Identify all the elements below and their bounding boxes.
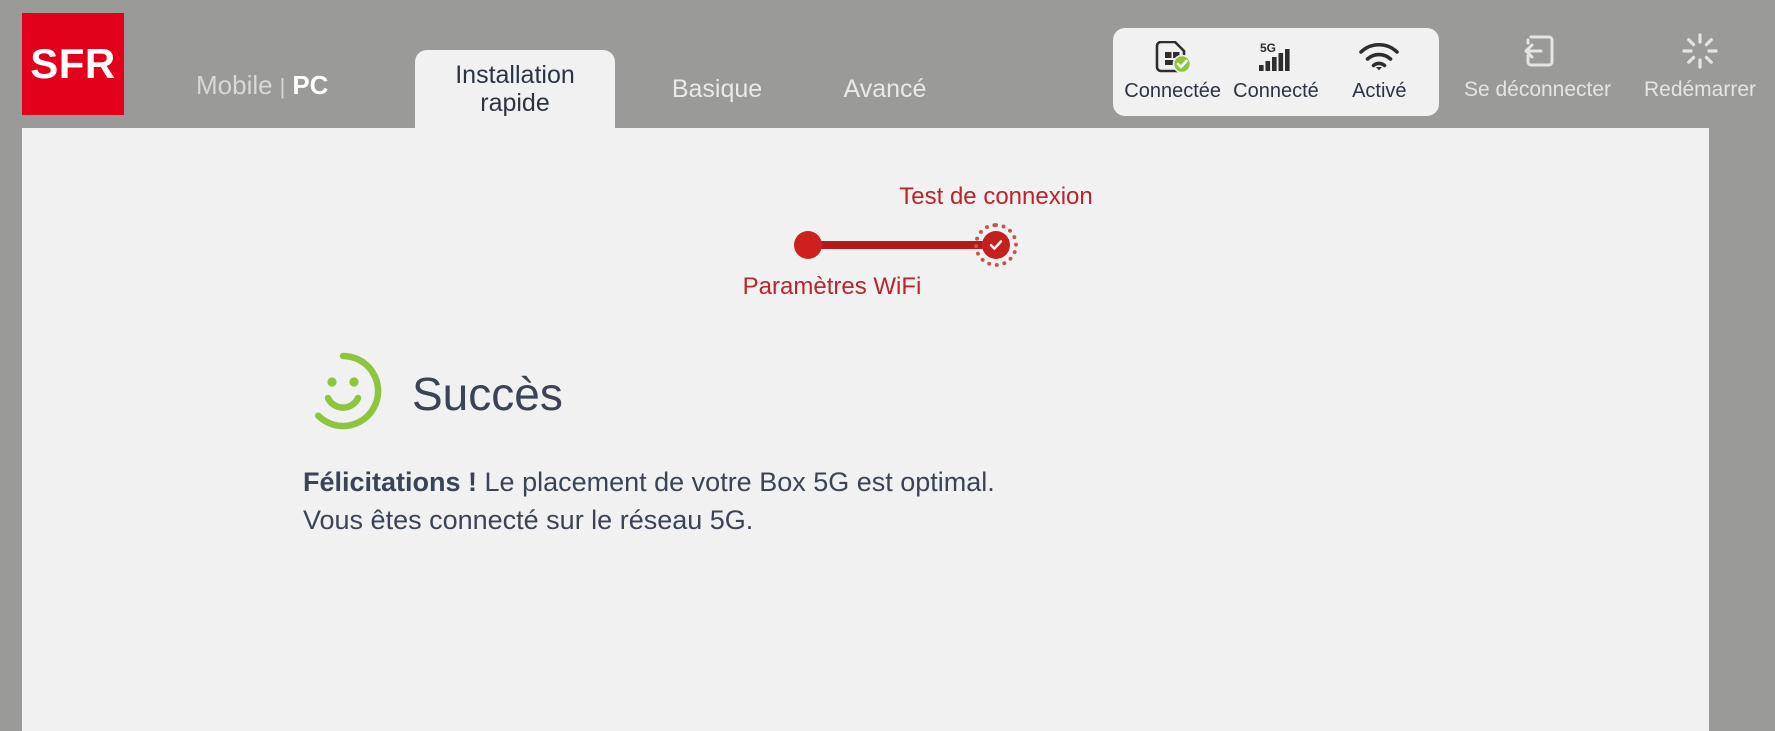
- status-item-sim: Connectée: [1121, 38, 1224, 103]
- status-label-sim: Connectée: [1124, 80, 1222, 102]
- page-header: SFR Mobile | PC Installation rapide Basi…: [0, 0, 1775, 128]
- setup-progress-stepper: Paramètres WiFi Test de connexion: [722, 173, 1142, 323]
- success-message-line-2: Vous êtes connecté sur le réseau 5G.: [303, 505, 754, 536]
- svg-text:5G: 5G: [1260, 41, 1276, 55]
- stepper-node-wifi-settings[interactable]: [794, 231, 822, 259]
- device-mode-toggle[interactable]: Mobile | PC: [196, 70, 328, 101]
- success-message-line-1: Félicitations ! Le placement de votre Bo…: [303, 463, 1303, 501]
- check-icon: [982, 231, 1010, 259]
- logout-button[interactable]: Se déconnecter: [1450, 30, 1625, 102]
- sfr-logo-text: SFR: [30, 40, 116, 87]
- logout-label: Se déconnecter: [1463, 78, 1612, 101]
- sfr-logo[interactable]: SFR: [22, 13, 124, 115]
- restart-icon: [1682, 30, 1718, 72]
- router-admin-page: SFR Mobile | PC Installation rapide Basi…: [0, 0, 1775, 731]
- stepper-node-connection-test[interactable]: [974, 223, 1018, 267]
- tab-avance[interactable]: Avancé: [815, 50, 955, 128]
- status-label-wifi: Activé: [1352, 80, 1407, 102]
- status-label-network: Connecté: [1233, 80, 1319, 102]
- page-content: Paramètres WiFi Test de connexion Succès…: [22, 128, 1709, 731]
- restart-button[interactable]: Redémarrer: [1625, 30, 1775, 102]
- device-option-mobile[interactable]: Mobile: [196, 70, 273, 101]
- success-message: Félicitations ! Le placement de votre Bo…: [303, 463, 1303, 540]
- tab-installation-rapide[interactable]: Installation rapide: [415, 50, 615, 128]
- success-message-rest: Le placement de votre Box 5G est optimal…: [477, 467, 995, 497]
- restart-label: Redémarrer: [1643, 78, 1757, 101]
- sim-card-connected-icon: [1153, 38, 1193, 76]
- tab-basique[interactable]: Basique: [642, 50, 792, 128]
- connection-status-panel: Connectée 5G Connecté Activé: [1113, 28, 1439, 116]
- device-toggle-separator: |: [279, 74, 286, 99]
- logout-icon: [1520, 30, 1556, 72]
- status-item-wifi: Activé: [1328, 38, 1431, 103]
- status-item-network: 5G Connecté: [1224, 38, 1327, 103]
- page-title: Succès: [412, 367, 563, 420]
- success-message-emphasis: Félicitations !: [303, 467, 478, 497]
- device-option-pc[interactable]: PC: [292, 70, 328, 101]
- signal-5g-bars-icon: 5G: [1255, 38, 1297, 76]
- smiley-face-icon: [302, 350, 384, 437]
- wifi-icon: [1358, 38, 1400, 76]
- stepper-label-connection-test: Test de connexion: [899, 183, 1093, 210]
- success-header: Succès: [302, 350, 563, 437]
- stepper-label-wifi-settings: Paramètres WiFi: [742, 273, 922, 300]
